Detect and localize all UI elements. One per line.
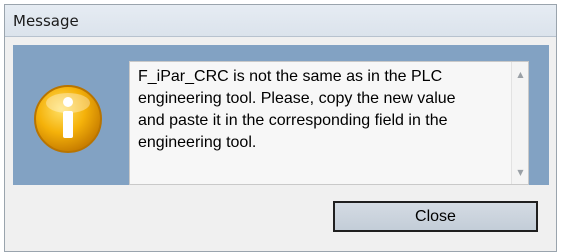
close-button[interactable]: Close [333, 201, 538, 232]
scroll-down-arrow-icon[interactable]: ▼ [512, 168, 529, 178]
message-text-area[interactable]: F_iPar_CRC is not the same as in the PLC… [129, 61, 529, 185]
title-bar[interactable]: Message [5, 5, 556, 37]
info-icon [34, 85, 102, 153]
message-dialog: Message F_iPar_CRC is not the same as in… [4, 4, 557, 252]
vertical-scrollbar[interactable]: ▲ ▼ [511, 62, 528, 184]
dialog-title: Message [13, 12, 79, 30]
message-text: F_iPar_CRC is not the same as in the PLC… [138, 68, 456, 151]
scroll-up-arrow-icon[interactable]: ▲ [512, 70, 529, 80]
